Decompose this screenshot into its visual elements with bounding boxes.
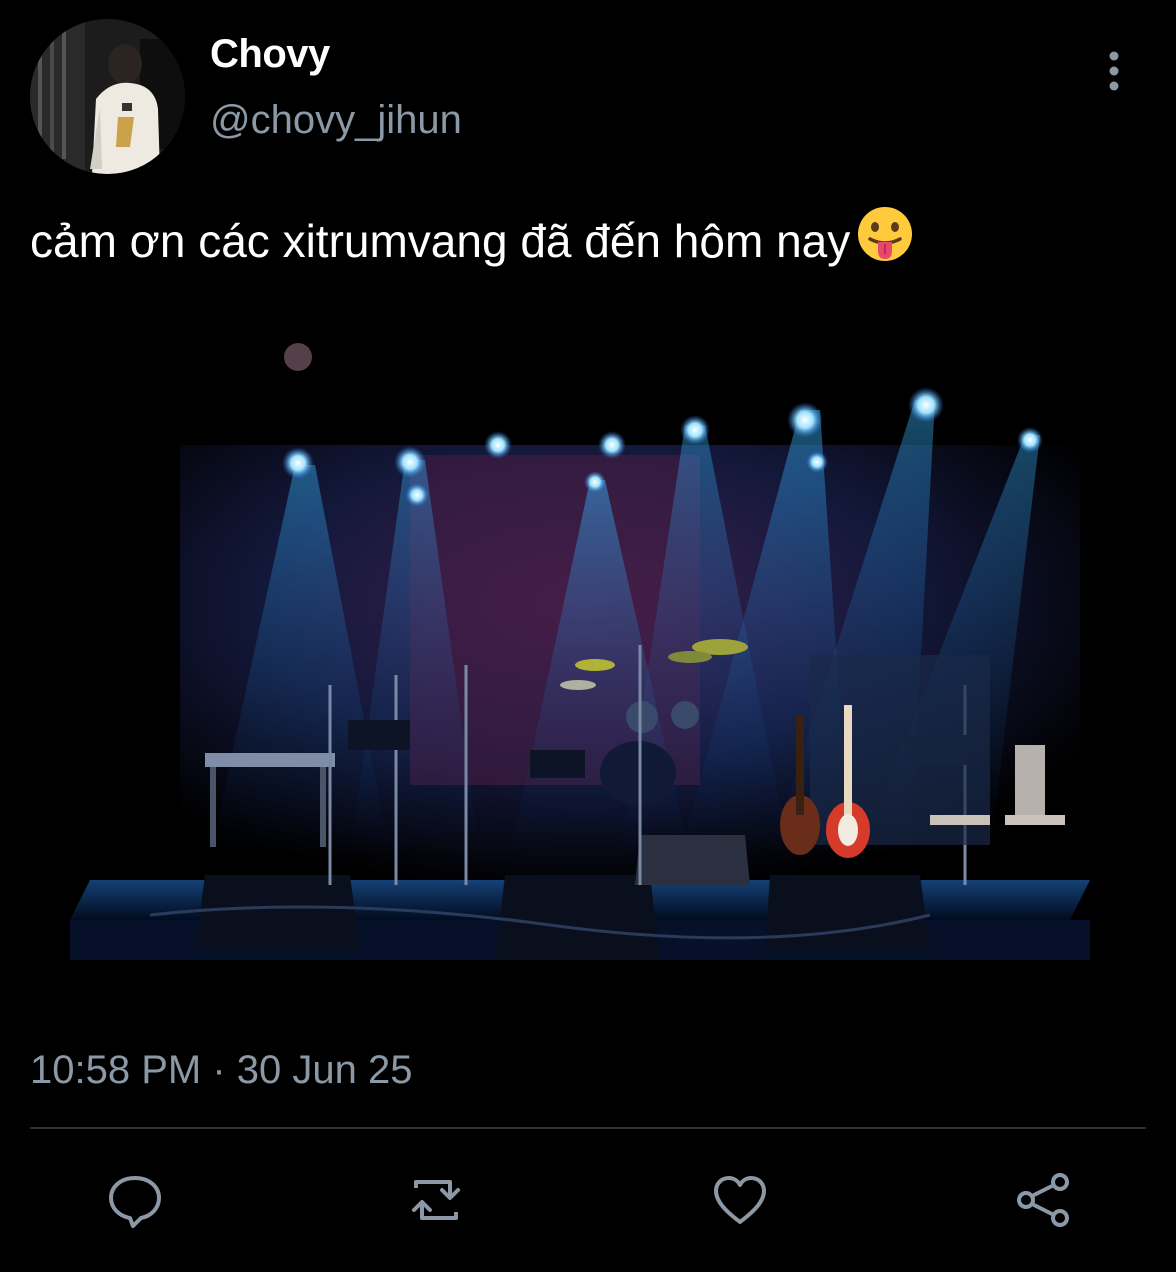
face-with-tongue-icon xyxy=(856,205,914,276)
more-options-button[interactable] xyxy=(1094,46,1134,96)
author-display-name[interactable]: Chovy xyxy=(210,32,330,77)
more-vertical-icon xyxy=(1109,51,1119,91)
divider xyxy=(30,1127,1146,1129)
retweet-icon xyxy=(412,1180,460,1220)
retweet-button[interactable] xyxy=(404,1168,468,1232)
share-button[interactable] xyxy=(1012,1168,1076,1232)
concert-stage-photo xyxy=(30,295,1118,995)
tweet-media-image[interactable] xyxy=(30,295,1118,995)
avatar[interactable] xyxy=(30,19,185,174)
author-handle[interactable]: @chovy_jihun xyxy=(210,98,462,143)
share-icon xyxy=(1017,1173,1069,1227)
like-button[interactable] xyxy=(708,1168,772,1232)
tweet-text: cảm ơn các xitrumvang đã đến hôm nay xyxy=(30,205,1150,276)
comment-icon xyxy=(109,1176,161,1228)
tweet-text-content: cảm ơn các xitrumvang đã đến hôm nay xyxy=(30,215,851,267)
heart-icon xyxy=(714,1176,766,1224)
reply-button[interactable] xyxy=(103,1168,167,1232)
profile-photo xyxy=(30,19,185,174)
tweet-timestamp[interactable]: 10:58 PM · 30 Jun 25 xyxy=(30,1048,412,1093)
